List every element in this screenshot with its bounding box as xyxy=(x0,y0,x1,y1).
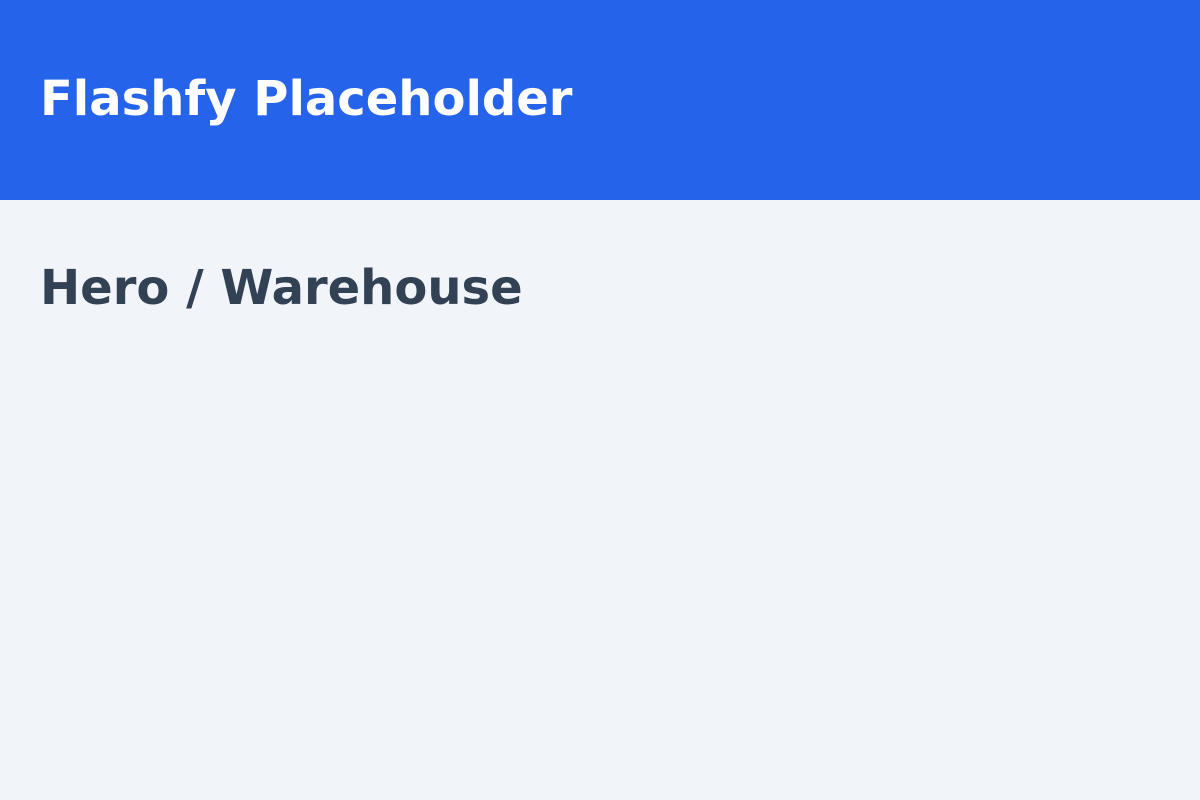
placeholder-content: Hero / Warehouse xyxy=(0,200,1200,800)
header-banner: Flashfy Placeholder xyxy=(0,0,1200,200)
hero-label: Hero / Warehouse xyxy=(40,260,523,316)
page-title: Flashfy Placeholder xyxy=(40,71,573,127)
